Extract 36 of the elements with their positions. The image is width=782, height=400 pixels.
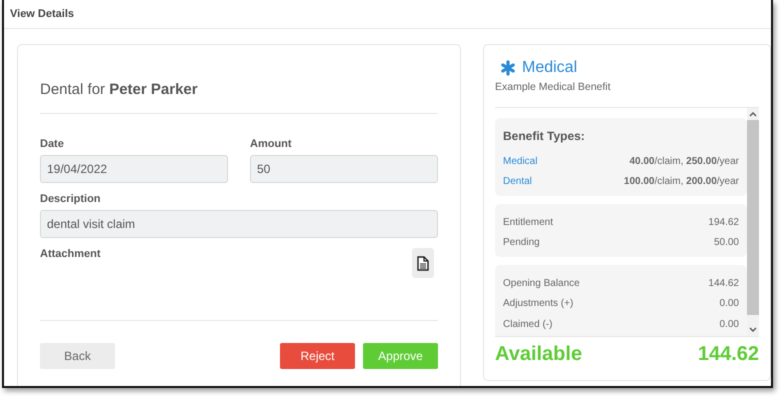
- balance-value: 194.62: [708, 216, 739, 228]
- document-button[interactable]: [412, 248, 434, 278]
- balance-label: Opening Balance: [503, 278, 580, 289]
- benefit-subtitle: Example Medical Benefit: [495, 81, 759, 108]
- input-field[interactable]: 19/04/2022: [40, 155, 228, 183]
- balance-value: 50.00: [714, 237, 739, 248]
- balance-value: 0.00: [720, 318, 739, 330]
- benefit-types-heading: Benefit Types:: [503, 129, 586, 143]
- balance-value: 0.00: [720, 298, 739, 310]
- benefit-limits: 40.00/claim, 250.00/year: [629, 156, 739, 167]
- scrollbar[interactable]: [747, 108, 759, 336]
- benefit-title: Medical: [522, 59, 578, 77]
- available-value: 144.62: [698, 342, 759, 366]
- balance-value: 144.62: [708, 278, 739, 289]
- field-label: Description: [40, 193, 102, 205]
- field-label: Date: [40, 138, 65, 150]
- input-field[interactable]: 50: [250, 155, 438, 183]
- reject-button[interactable]: Reject: [280, 343, 355, 369]
- benefit-type-link[interactable]: Dental: [503, 176, 532, 188]
- balance-label: Adjustments (+): [503, 298, 574, 310]
- scroll-down-icon[interactable]: [749, 327, 757, 333]
- back-button[interactable]: Back: [40, 343, 115, 369]
- balance-label: Claimed (-): [503, 318, 552, 330]
- document-icon: [417, 256, 429, 270]
- field-label: Amount: [250, 138, 293, 150]
- balance-label: Pending: [503, 237, 540, 248]
- benefit-limits: 100.00/claim, 200.00/year: [624, 176, 739, 188]
- claim-heading: Dental for Peter Parker: [40, 81, 438, 114]
- scroll-up-icon[interactable]: [749, 111, 757, 117]
- balance-label: Entitlement: [503, 216, 554, 228]
- asterisk-icon: [500, 60, 516, 76]
- benefit-type-link[interactable]: Medical: [503, 156, 538, 167]
- input-field[interactable]: dental visit claim: [40, 210, 438, 238]
- field-label: Attachment: [40, 248, 101, 260]
- page-title: View Details: [10, 8, 74, 20]
- available-label: Available: [495, 342, 582, 366]
